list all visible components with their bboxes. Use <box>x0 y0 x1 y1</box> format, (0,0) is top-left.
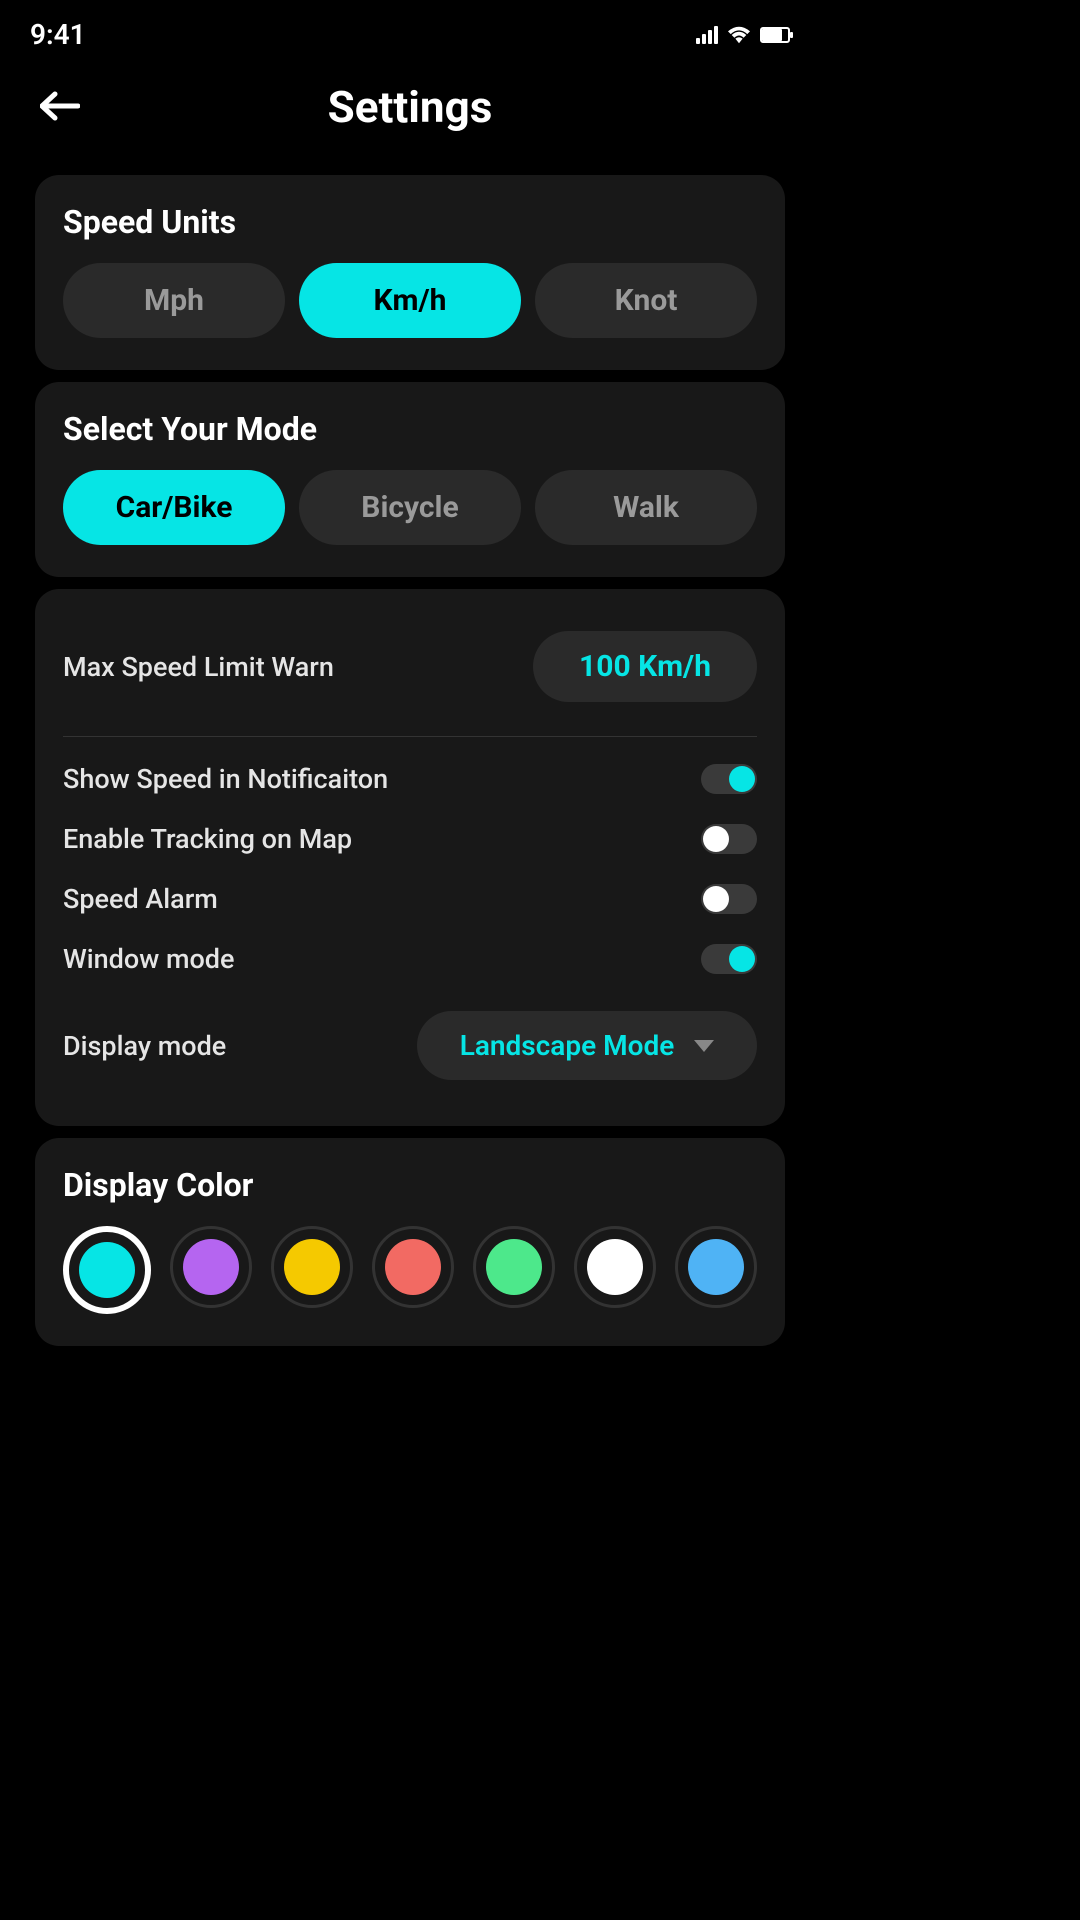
max-speed-value[interactable]: 100 Km/h <box>533 631 757 702</box>
display-color-title: Display Color <box>63 1166 757 1204</box>
speed-unit-kmh[interactable]: Km/h <box>299 263 521 338</box>
speed-unit-knot[interactable]: Knot <box>535 263 757 338</box>
color-option-cyan[interactable] <box>63 1226 151 1314</box>
display-mode-row: Display mode Landscape Mode <box>63 997 757 1094</box>
toggle-alarm[interactable] <box>701 884 757 914</box>
toggle-label: Show Speed in Notificaiton <box>63 763 388 795</box>
display-mode-dropdown[interactable]: Landscape Mode <box>417 1011 757 1080</box>
cellular-icon <box>696 26 718 44</box>
color-option-yellow[interactable] <box>271 1226 353 1308</box>
divider <box>63 736 757 737</box>
display-color-card: Display Color <box>35 1138 785 1346</box>
color-options <box>63 1226 757 1314</box>
display-mode-label: Display mode <box>63 1030 226 1062</box>
mode-carbike[interactable]: Car/Bike <box>63 470 285 545</box>
max-speed-row: Max Speed Limit Warn 100 Km/h <box>63 617 757 716</box>
color-option-purple[interactable] <box>170 1226 252 1308</box>
toggle-label: Window mode <box>63 943 234 975</box>
speed-units-card: Speed Units Mph Km/h Knot <box>35 175 785 370</box>
settings-card: Max Speed Limit Warn 100 Km/h Show Speed… <box>35 589 785 1126</box>
mode-title: Select Your Mode <box>63 410 757 448</box>
toggle-notification[interactable] <box>701 764 757 794</box>
toggle-tracking[interactable] <box>701 824 757 854</box>
status-bar: 9:41 <box>0 0 820 61</box>
color-option-white[interactable] <box>574 1226 656 1308</box>
toggle-label: Speed Alarm <box>63 883 218 915</box>
status-icons <box>696 26 790 44</box>
mode-bicycle[interactable]: Bicycle <box>299 470 521 545</box>
toggle-label: Enable Tracking on Map <box>63 823 352 855</box>
page-title: Settings <box>30 81 790 133</box>
back-arrow-icon[interactable] <box>40 83 80 132</box>
mode-card: Select Your Mode Car/Bike Bicycle Walk <box>35 382 785 577</box>
display-mode-value: Landscape Mode <box>460 1029 675 1062</box>
chevron-down-icon <box>694 1040 714 1052</box>
header: Settings <box>0 61 820 163</box>
mode-options: Car/Bike Bicycle Walk <box>63 470 757 545</box>
status-time: 9:41 <box>30 18 86 51</box>
speed-unit-mph[interactable]: Mph <box>63 263 285 338</box>
toggle-row-notification: Show Speed in Notificaiton <box>63 749 757 809</box>
toggle-row-tracking: Enable Tracking on Map <box>63 809 757 869</box>
color-option-red[interactable] <box>372 1226 454 1308</box>
toggle-row-window: Window mode <box>63 929 757 989</box>
toggle-row-alarm: Speed Alarm <box>63 869 757 929</box>
color-option-green[interactable] <box>473 1226 555 1308</box>
max-speed-label: Max Speed Limit Warn <box>63 651 334 683</box>
speed-units-options: Mph Km/h Knot <box>63 263 757 338</box>
battery-icon <box>760 27 790 43</box>
color-option-blue[interactable] <box>675 1226 757 1308</box>
mode-walk[interactable]: Walk <box>535 470 757 545</box>
wifi-icon <box>728 26 750 44</box>
toggle-window[interactable] <box>701 944 757 974</box>
speed-units-title: Speed Units <box>63 203 757 241</box>
